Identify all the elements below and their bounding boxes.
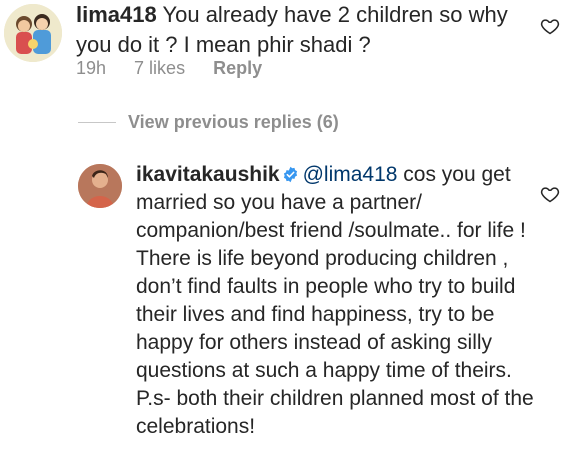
- comment-thread: lima418 You already have 2 children so w…: [0, 0, 573, 450]
- avatar-illustration: [4, 4, 62, 62]
- reply-button[interactable]: Reply: [213, 58, 262, 79]
- reply-body-text: cos you get married so you have a partne…: [136, 163, 526, 382]
- avatar[interactable]: [4, 4, 62, 62]
- reply-comment: ikavitakaushik @lima418 cos you get marr…: [136, 161, 546, 441]
- comment-text: lima418 You already have 2 children so w…: [76, 0, 516, 60]
- verified-badge-icon: [283, 166, 297, 183]
- reply-postscript: P.s- both their children planned most of…: [136, 387, 534, 438]
- view-previous-replies[interactable]: View previous replies (6): [78, 112, 339, 133]
- reply-avatar[interactable]: [78, 164, 122, 208]
- reply-avatar-photo: [78, 164, 122, 208]
- heart-icon[interactable]: [540, 184, 560, 204]
- replies-divider: [78, 122, 116, 123]
- comment-timestamp: 19h: [76, 58, 107, 78]
- comment-meta: 19h 7 likes Reply: [76, 58, 262, 79]
- comment-username[interactable]: lima418: [76, 2, 157, 27]
- reply-mention[interactable]: @lima418: [303, 163, 398, 186]
- view-previous-replies-label[interactable]: View previous replies (6): [128, 112, 339, 133]
- comment-likes[interactable]: 7 likes: [134, 58, 185, 79]
- reply-username[interactable]: ikavitakaushik: [136, 163, 280, 186]
- heart-icon[interactable]: [540, 16, 560, 36]
